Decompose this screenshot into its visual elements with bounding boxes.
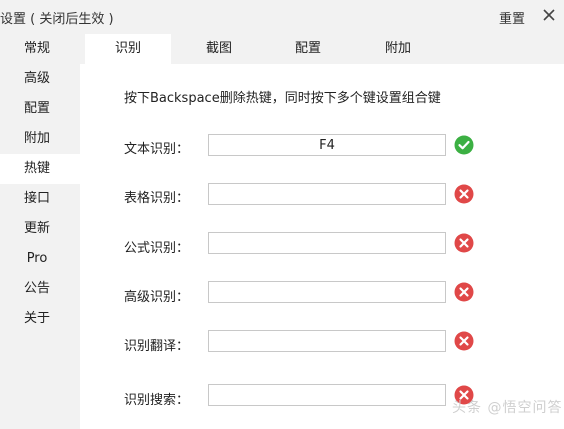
sidebar-item-extra[interactable]: 附加 xyxy=(0,124,80,154)
sidebar-item-advanced[interactable]: 高级 xyxy=(0,64,80,94)
tab-screenshot[interactable]: 截图 xyxy=(176,34,262,64)
error-circle-icon xyxy=(454,184,474,204)
hotkey-label-text: 文本识别： xyxy=(124,142,190,157)
error-circle-icon xyxy=(454,331,474,351)
hotkey-input-formula[interactable] xyxy=(208,232,446,254)
hotkey-label-search: 识别搜索： xyxy=(124,393,190,408)
window-title: 设置 ( 关闭后生效 ) xyxy=(0,12,114,27)
error-circle-icon xyxy=(454,282,474,302)
reset-button[interactable]: 重置 xyxy=(499,8,525,27)
hotkey-label-formula: 公式识别： xyxy=(124,241,190,256)
sidebar-item-hotkeys[interactable]: 热键 xyxy=(0,154,80,184)
title-bar: 设置 ( 关闭后生效 ) 重置 xyxy=(0,0,564,34)
hotkey-input-advanced[interactable] xyxy=(208,281,446,303)
tab-config[interactable]: 配置 xyxy=(265,34,351,64)
hotkey-input-table[interactable] xyxy=(208,183,446,205)
hotkey-input-search[interactable] xyxy=(208,384,446,406)
sidebar-item-pro[interactable]: Pro xyxy=(0,244,80,274)
close-icon[interactable] xyxy=(540,6,558,24)
watermark-text: 头条 @悟空问答 xyxy=(452,400,563,416)
hotkey-input-text[interactable] xyxy=(208,134,446,156)
sidebar-item-general[interactable]: 常规 xyxy=(0,34,80,64)
hotkey-label-translate: 识别翻译： xyxy=(124,339,190,354)
hotkey-instruction: 按下Backspace删除热键，同时按下多个键设置组合键 xyxy=(124,91,441,106)
tab-recognition[interactable]: 识别 xyxy=(85,34,171,64)
check-circle-icon xyxy=(454,135,474,155)
hotkey-label-table: 表格识别： xyxy=(124,191,190,206)
sidebar-item-config[interactable]: 配置 xyxy=(0,94,80,124)
sidebar-item-interface[interactable]: 接口 xyxy=(0,184,80,214)
tab-extra[interactable]: 附加 xyxy=(355,34,441,64)
hotkey-panel: 按下Backspace删除热键，同时按下多个键设置组合键 文本识别： 表格识别：… xyxy=(80,64,564,429)
sidebar-item-update[interactable]: 更新 xyxy=(0,214,80,244)
sidebar-item-about[interactable]: 关于 xyxy=(0,304,80,334)
sidebar: 常规 高级 配置 附加 热键 接口 更新 Pro 公告 关于 xyxy=(0,34,80,429)
tab-bar: 识别 截图 配置 附加 xyxy=(80,34,564,64)
hotkey-label-advanced: 高级识别： xyxy=(124,290,190,305)
sidebar-item-notice[interactable]: 公告 xyxy=(0,274,80,304)
error-circle-icon xyxy=(454,233,474,253)
hotkey-input-translate[interactable] xyxy=(208,330,446,352)
